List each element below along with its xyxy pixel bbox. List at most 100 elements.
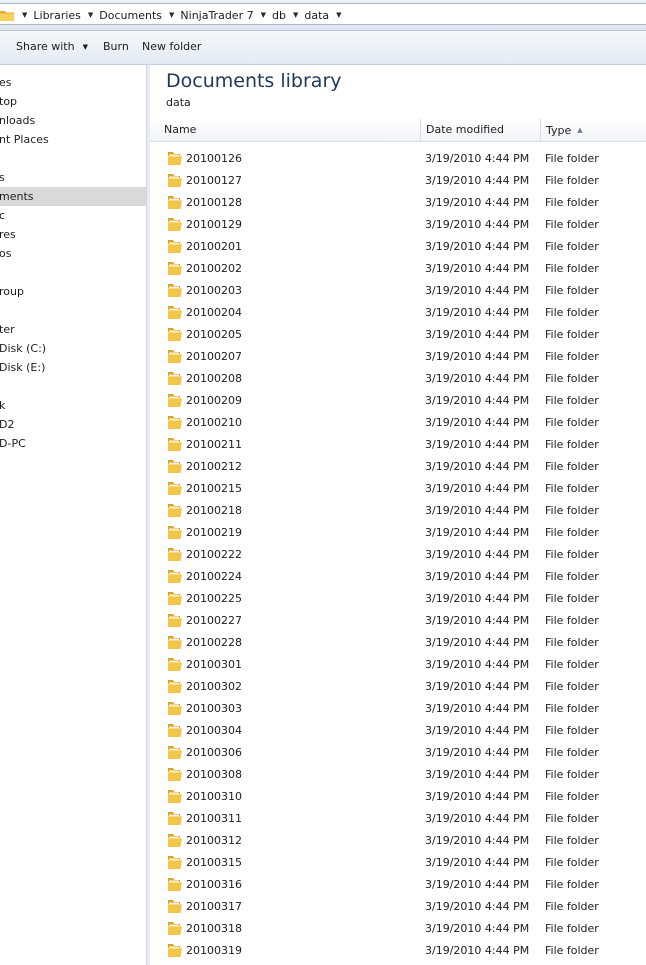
folder-icon <box>167 877 183 892</box>
file-row[interactable]: 20100310 3/19/2010 4:44 PM File folder <box>150 786 646 808</box>
file-row[interactable]: 20100222 3/19/2010 4:44 PM File folder <box>150 544 646 566</box>
breadcrumb-chevron-icon[interactable]: ▼ <box>261 11 266 19</box>
nav-item[interactable]: D-PC <box>0 434 146 453</box>
file-date-modified: 3/19/2010 4:44 PM <box>425 438 530 451</box>
file-row[interactable]: 20100201 3/19/2010 4:44 PM File folder <box>150 236 646 258</box>
nav-item[interactable]: top <box>0 92 146 111</box>
column-header-type[interactable]: Type ▲ <box>540 119 646 141</box>
file-row[interactable]: 20100225 3/19/2010 4:44 PM File folder <box>150 588 646 610</box>
library-title: Documents library <box>166 70 342 92</box>
file-date-modified: 3/19/2010 4:44 PM <box>425 372 530 385</box>
file-type: File folder <box>545 262 599 275</box>
file-row[interactable]: 20100302 3/19/2010 4:44 PM File folder <box>150 676 646 698</box>
file-date-modified: 3/19/2010 4:44 PM <box>425 812 530 825</box>
folder-icon <box>167 943 183 958</box>
file-row[interactable]: 20100304 3/19/2010 4:44 PM File folder <box>150 720 646 742</box>
file-row[interactable]: 20100303 3/19/2010 4:44 PM File folder <box>150 698 646 720</box>
file-row[interactable]: 20100316 3/19/2010 4:44 PM File folder <box>150 874 646 896</box>
file-date-modified: 3/19/2010 4:44 PM <box>425 658 530 671</box>
file-row[interactable]: 20100315 3/19/2010 4:44 PM File folder <box>150 852 646 874</box>
file-row[interactable]: 20100301 3/19/2010 4:44 PM File folder <box>150 654 646 676</box>
file-date-modified: 3/19/2010 4:44 PM <box>425 306 530 319</box>
file-row[interactable]: 20100311 3/19/2010 4:44 PM File folder <box>150 808 646 830</box>
breadcrumb-item[interactable]: Libraries <box>33 9 81 22</box>
file-row[interactable]: 20100224 3/19/2010 4:44 PM File folder <box>150 566 646 588</box>
breadcrumb-item[interactable]: data <box>304 9 329 22</box>
file-name: 20100202 <box>186 262 242 275</box>
breadcrumb-item[interactable]: Documents <box>99 9 162 22</box>
folder-icon <box>167 833 183 848</box>
navigation-pane: es top nloads nt Places s ments c res os roup ter … <box>0 65 146 965</box>
breadcrumb-chevron-icon[interactable]: ▼ <box>336 11 341 19</box>
nav-item[interactable]: D2 <box>0 415 146 434</box>
breadcrumb-chevron-icon[interactable]: ▼ <box>88 11 93 19</box>
file-row[interactable]: 20100207 3/19/2010 4:44 PM File folder <box>150 346 646 368</box>
file-row[interactable]: 20100317 3/19/2010 4:44 PM File folder <box>150 896 646 918</box>
file-name: 20100315 <box>186 856 242 869</box>
folder-icon <box>167 305 183 320</box>
file-row[interactable]: 20100209 3/19/2010 4:44 PM File folder <box>150 390 646 412</box>
new-folder-button[interactable]: New folder <box>142 40 201 53</box>
share-with-button[interactable]: Share with ▼ <box>16 40 88 53</box>
file-row[interactable]: 20100208 3/19/2010 4:44 PM File folder <box>150 368 646 390</box>
folder-icon <box>167 173 183 188</box>
breadcrumb-chevron-icon[interactable]: ▼ <box>293 11 298 19</box>
file-row[interactable]: 20100215 3/19/2010 4:44 PM File folder <box>150 478 646 500</box>
nav-item[interactable]: c <box>0 206 146 225</box>
folder-icon <box>167 547 183 562</box>
file-row[interactable]: 20100127 3/19/2010 4:44 PM File folder <box>150 170 646 192</box>
nav-item[interactable]: res <box>0 225 146 244</box>
breadcrumb-chevron-icon[interactable]: ▼ <box>169 11 174 19</box>
file-row[interactable]: 20100204 3/19/2010 4:44 PM File folder <box>150 302 646 324</box>
nav-item[interactable]: ter <box>0 320 146 339</box>
folder-icon <box>167 459 183 474</box>
file-name: 20100128 <box>186 196 242 209</box>
nav-item[interactable]: nt Places <box>0 130 146 149</box>
address-box[interactable]: ▼ Libraries ▼ Documents ▼ NinjaTrader 7 ▼ db ▼ da… <box>0 3 646 25</box>
file-row[interactable]: 20100319 3/19/2010 4:44 PM File folder <box>150 940 646 962</box>
file-row[interactable]: 20100318 3/19/2010 4:44 PM File folder <box>150 918 646 940</box>
file-row[interactable]: 20100203 3/19/2010 4:44 PM File folder <box>150 280 646 302</box>
file-date-modified: 3/19/2010 4:44 PM <box>425 328 530 341</box>
nav-item[interactable]: roup <box>0 282 146 301</box>
file-date-modified: 3/19/2010 4:44 PM <box>425 834 530 847</box>
file-row[interactable]: 20100210 3/19/2010 4:44 PM File folder <box>150 412 646 434</box>
nav-item[interactable]: k <box>0 396 146 415</box>
file-row[interactable]: 20100205 3/19/2010 4:44 PM File folder <box>150 324 646 346</box>
file-type: File folder <box>545 614 599 627</box>
breadcrumb-chevron-icon[interactable]: ▼ <box>22 11 27 19</box>
nav-item[interactable]: nloads <box>0 111 146 130</box>
file-row[interactable]: 20100126 3/19/2010 4:44 PM File folder <box>150 148 646 170</box>
file-row[interactable]: 20100211 3/19/2010 4:44 PM File folder <box>150 434 646 456</box>
burn-button[interactable]: Burn <box>103 40 129 53</box>
file-row[interactable]: 20100228 3/19/2010 4:44 PM File folder <box>150 632 646 654</box>
file-type: File folder <box>545 504 599 517</box>
file-type: File folder <box>545 812 599 825</box>
column-header-name[interactable]: Name <box>159 119 421 141</box>
nav-item[interactable]: Disk (C:) <box>0 339 146 358</box>
nav-item[interactable]: Disk (E:) <box>0 358 146 377</box>
file-date-modified: 3/19/2010 4:44 PM <box>425 548 530 561</box>
file-row[interactable]: 20100128 3/19/2010 4:44 PM File folder <box>150 192 646 214</box>
column-header-date-modified[interactable]: Date modified <box>420 119 540 141</box>
file-row[interactable]: 20100312 3/19/2010 4:44 PM File folder <box>150 830 646 852</box>
nav-item[interactable]: os <box>0 244 146 263</box>
folder-icon <box>0 8 14 25</box>
file-row[interactable]: 20100306 3/19/2010 4:44 PM File folder <box>150 742 646 764</box>
nav-item[interactable]: ments <box>0 187 146 206</box>
file-row[interactable]: 20100219 3/19/2010 4:44 PM File folder <box>150 522 646 544</box>
file-name: 20100210 <box>186 416 242 429</box>
folder-icon <box>167 415 183 430</box>
file-date-modified: 3/19/2010 4:44 PM <box>425 768 530 781</box>
breadcrumb-item[interactable]: NinjaTrader 7 <box>180 9 253 22</box>
file-row[interactable]: 20100202 3/19/2010 4:44 PM File folder <box>150 258 646 280</box>
nav-item[interactable]: es <box>0 73 146 92</box>
file-row[interactable]: 20100129 3/19/2010 4:44 PM File folder <box>150 214 646 236</box>
file-row[interactable]: 20100227 3/19/2010 4:44 PM File folder <box>150 610 646 632</box>
nav-item[interactable]: s <box>0 168 146 187</box>
file-row[interactable]: 20100308 3/19/2010 4:44 PM File folder <box>150 764 646 786</box>
file-row[interactable]: 20100212 3/19/2010 4:44 PM File folder <box>150 456 646 478</box>
file-row[interactable]: 20100218 3/19/2010 4:44 PM File folder <box>150 500 646 522</box>
breadcrumb-item[interactable]: db <box>272 9 286 22</box>
file-date-modified: 3/19/2010 4:44 PM <box>425 900 530 913</box>
